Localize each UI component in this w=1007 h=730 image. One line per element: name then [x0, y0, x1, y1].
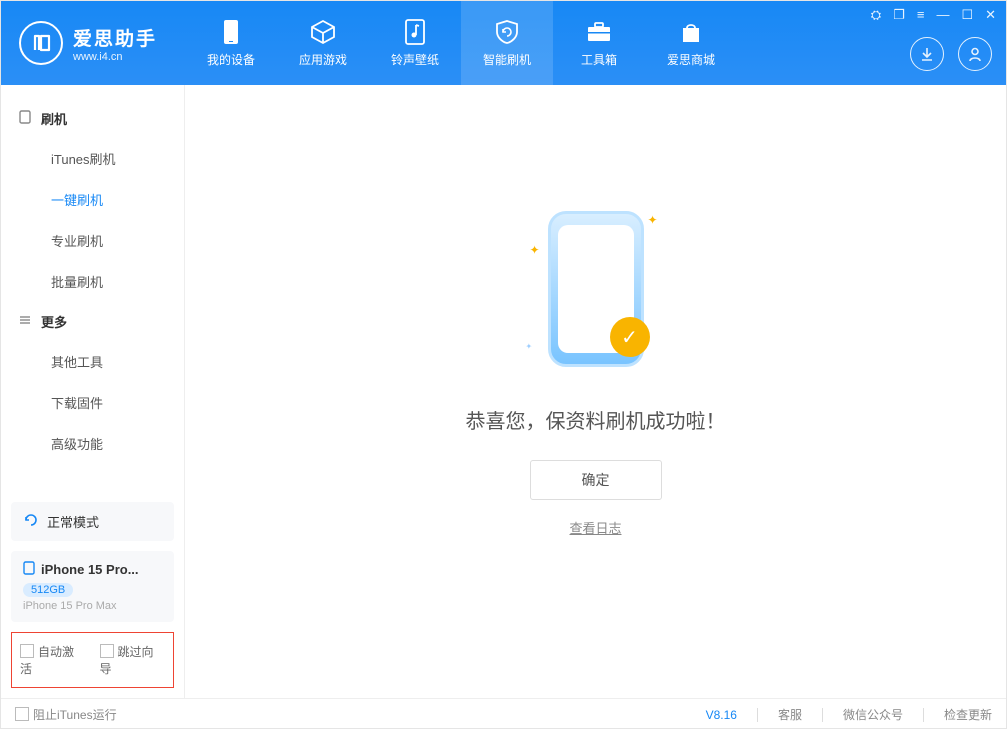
view-log-link[interactable]: 查看日志 [569, 518, 621, 537]
phone-tiny-icon [23, 561, 35, 578]
refresh-shield-icon [493, 19, 521, 45]
sidebar-group-flash: 刷机 [1, 99, 184, 138]
sidebar-bottom: 正常模式 iPhone 15 Pro... 512GB iPhone 15 Pr… [1, 492, 184, 698]
checkbox[interactable] [100, 644, 114, 658]
device-name-row: iPhone 15 Pro... [23, 561, 162, 578]
check-update-link[interactable]: 检查更新 [944, 706, 992, 723]
sidebar-item-download-firmware[interactable]: 下载固件 [1, 382, 184, 423]
sparkle-icon: ✦ [526, 342, 533, 351]
device-name: iPhone 15 Pro... [41, 562, 139, 577]
sparkle-icon: ✦ [647, 213, 657, 227]
close-button[interactable]: ✕ [985, 7, 996, 23]
window-controls: ⛭ ❐ ≡ — ☐ ✕ [871, 7, 996, 23]
nav-label: 应用游戏 [299, 51, 347, 68]
nav-toolbox[interactable]: 工具箱 [553, 1, 645, 85]
device-model: iPhone 15 Pro Max [23, 600, 162, 612]
sidebar-item-oneclick-flash[interactable]: 一键刷机 [1, 179, 184, 220]
nav-label: 工具箱 [581, 51, 617, 68]
sidebar-group-label: 更多 [41, 312, 67, 331]
skip-wizard-option[interactable]: 跳过向导 [100, 643, 166, 677]
success-illustration: ✦ ✦ ✦ ✓ [536, 205, 656, 375]
divider [757, 708, 758, 722]
nav-apps-games[interactable]: 应用游戏 [277, 1, 369, 85]
sidebar-item-advanced[interactable]: 高级功能 [1, 423, 184, 464]
nav-store[interactable]: 爱思商城 [645, 1, 737, 85]
logo-icon [19, 21, 63, 65]
device-mode-box[interactable]: 正常模式 [11, 502, 174, 541]
nav-label: 铃声壁纸 [391, 51, 439, 68]
footer-right: V8.16 客服 微信公众号 检查更新 [706, 706, 992, 723]
divider [923, 708, 924, 722]
user-button[interactable] [958, 37, 992, 71]
success-check-icon: ✓ [610, 317, 650, 357]
block-itunes-option[interactable]: 阻止iTunes运行 [15, 706, 117, 723]
sidebar-item-other-tools[interactable]: 其他工具 [1, 341, 184, 382]
divider [822, 708, 823, 722]
version-label: V8.16 [706, 708, 737, 722]
toolbox-icon [585, 19, 613, 45]
mode-label: 正常模式 [47, 512, 99, 531]
footer-left: 阻止iTunes运行 [15, 706, 117, 723]
main-nav: 我的设备 应用游戏 铃声壁纸 智能刷机 工具箱 爱思商城 [185, 1, 737, 85]
body-area: 刷机 iTunes刷机 一键刷机 专业刷机 批量刷机 更多 其他工具 下载固件 … [1, 85, 1006, 698]
refresh-icon [23, 512, 39, 531]
support-link[interactable]: 客服 [778, 706, 802, 723]
sparkle-icon: ✦ [530, 243, 540, 257]
sidebar-item-batch-flash[interactable]: 批量刷机 [1, 261, 184, 302]
multi-window-icon[interactable]: ❐ [893, 7, 905, 23]
minimize-button[interactable]: — [936, 7, 949, 23]
sidebar: 刷机 iTunes刷机 一键刷机 专业刷机 批量刷机 更多 其他工具 下载固件 … [1, 85, 185, 698]
sidebar-item-itunes-flash[interactable]: iTunes刷机 [1, 138, 184, 179]
header-right-icons [910, 37, 992, 71]
nav-label: 我的设备 [207, 51, 255, 68]
bag-icon [677, 19, 705, 45]
checkbox[interactable] [15, 707, 29, 721]
sidebar-group-label: 刷机 [41, 109, 67, 128]
nav-label: 爱思商城 [667, 51, 715, 68]
logo-area: 爱思助手 www.i4.cn [1, 1, 185, 85]
device-icon [217, 19, 245, 45]
checkbox[interactable] [20, 644, 34, 658]
success-message: 恭喜您，保资料刷机成功啦！ [466, 405, 726, 434]
device-storage: 512GB [23, 583, 73, 597]
nav-label: 智能刷机 [483, 51, 531, 68]
download-button[interactable] [910, 37, 944, 71]
nav-my-device[interactable]: 我的设备 [185, 1, 277, 85]
maximize-button[interactable]: ☐ [961, 7, 973, 23]
app-title: 爱思助手 [73, 24, 157, 51]
nav-ringtone-wallpaper[interactable]: 铃声壁纸 [369, 1, 461, 85]
settings-icon[interactable]: ⛭ [871, 7, 881, 23]
cube-icon [309, 19, 337, 45]
device-info-box[interactable]: iPhone 15 Pro... 512GB iPhone 15 Pro Max [11, 551, 174, 622]
music-icon [401, 19, 429, 45]
sidebar-item-pro-flash[interactable]: 专业刷机 [1, 220, 184, 261]
sidebar-group-more: 更多 [1, 302, 184, 341]
app-subtitle: www.i4.cn [73, 51, 157, 63]
nav-smart-flash[interactable]: 智能刷机 [461, 1, 553, 85]
wechat-link[interactable]: 微信公众号 [843, 706, 903, 723]
ok-button[interactable]: 确定 [530, 460, 662, 500]
more-icon [19, 314, 33, 329]
main-content: ✦ ✦ ✦ ✓ 恭喜您，保资料刷机成功啦！ 确定 查看日志 [185, 85, 1006, 698]
activation-options-box: 自动激活 跳过向导 [11, 632, 174, 688]
phone-small-icon [19, 110, 33, 127]
block-itunes-label: 阻止iTunes运行 [33, 708, 117, 722]
auto-activate-option[interactable]: 自动激活 [20, 643, 86, 677]
footer-bar: 阻止iTunes运行 V8.16 客服 微信公众号 检查更新 [1, 698, 1006, 730]
menu-icon[interactable]: ≡ [917, 7, 925, 23]
app-header: 爱思助手 www.i4.cn 我的设备 应用游戏 铃声壁纸 智能刷机 工具箱 爱… [1, 1, 1006, 85]
